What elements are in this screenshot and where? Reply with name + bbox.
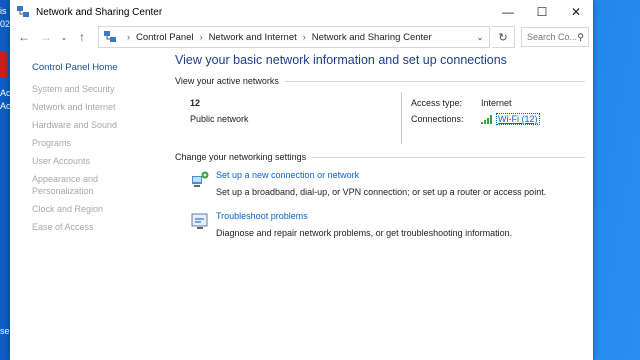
up-arrow-icon[interactable]: ↑	[72, 26, 92, 48]
sidebar-item-appearance[interactable]: Appearance and Personalization	[32, 173, 102, 197]
sidebar-control-panel-home[interactable]: Control Panel Home	[32, 62, 157, 73]
desktop-text: se	[0, 326, 10, 336]
connections-label: Connections:	[411, 114, 464, 124]
network-info: 12 Public network	[175, 98, 401, 138]
active-networks-label: View your active networks	[175, 76, 279, 86]
minimize-button[interactable]: —	[491, 0, 525, 24]
maximize-button[interactable]: ☐	[525, 0, 559, 24]
back-arrow-icon[interactable]: ←	[14, 26, 34, 48]
breadcrumb-separator-icon: ›	[127, 32, 130, 42]
new-connection-icon	[192, 171, 209, 187]
setting-text: Troubleshoot problems Diagnose and repai…	[216, 211, 512, 238]
network-type-link[interactable]: Public network	[190, 114, 401, 124]
setup-connection-desc: Set up a broadband, dial-up, or VPN conn…	[216, 187, 547, 197]
desktop-text: Ac	[0, 101, 11, 111]
address-bar[interactable]: › Control Panel › Network and Internet ›…	[98, 26, 490, 48]
sidebar: Control Panel Home System and Security N…	[32, 58, 157, 239]
desktop-text: Ac	[0, 88, 11, 98]
search-icon[interactable]: ⚲	[577, 32, 584, 43]
setting-new-connection: Set up a new connection or network Set u…	[175, 170, 585, 197]
main-content: View your basic network information and …	[175, 50, 585, 238]
title-bar[interactable]: Network and Sharing Center — ☐ ✕	[10, 0, 593, 24]
network-details: Access type: Internet Connections: Wi-Fi…	[402, 98, 540, 138]
desktop-left-strip: is 02 Ac Ac se	[0, 0, 11, 360]
troubleshoot-link[interactable]: Troubleshoot problems	[216, 211, 512, 221]
sidebar-item-hardware-sound[interactable]: Hardware and Sound	[32, 119, 157, 131]
access-type-label: Access type:	[411, 98, 463, 108]
sidebar-item-ease-of-access[interactable]: Ease of Access	[32, 221, 157, 233]
desktop-text: is	[0, 6, 7, 16]
breadcrumb-control-panel[interactable]: Control Panel	[136, 32, 194, 43]
page-title: View your basic network information and …	[175, 53, 507, 67]
breadcrumb-separator-icon: ›	[199, 32, 203, 42]
control-panel-icon	[104, 31, 116, 42]
desktop-text: 02	[0, 19, 11, 29]
network-center-icon	[17, 6, 29, 17]
wifi-signal-icon	[481, 114, 492, 124]
sidebar-item-programs[interactable]: Programs	[32, 137, 157, 149]
forward-arrow-icon[interactable]: →	[36, 26, 56, 48]
close-button[interactable]: ✕	[559, 0, 593, 24]
navigation-bar: ← → ⌄ ↑ › Control Panel › Network and In…	[10, 24, 593, 50]
divider	[284, 80, 585, 82]
sidebar-item-clock-region[interactable]: Clock and Region	[32, 203, 157, 215]
wifi-connection-link[interactable]: Wi-Fi (12)	[496, 113, 540, 125]
setup-connection-link[interactable]: Set up a new connection or network	[216, 170, 546, 180]
sidebar-item-user-accounts[interactable]: User Accounts	[32, 155, 157, 167]
troubleshoot-desc: Diagnose and repair network problems, or…	[216, 228, 513, 238]
breadcrumb-network-sharing-center[interactable]: Network and Sharing Center	[312, 32, 432, 43]
sidebar-item-system-security[interactable]: System and Security	[32, 83, 157, 95]
active-network-panel: 12 Public network Access type: Internet …	[175, 92, 585, 144]
window-title: Network and Sharing Center	[36, 6, 163, 18]
troubleshoot-icon	[191, 213, 208, 229]
access-type-row: Access type: Internet	[411, 98, 540, 108]
recent-locations-chevron-icon[interactable]: ⌄	[58, 26, 70, 48]
settings-header: Change your networking settings	[175, 152, 585, 162]
desktop-red-icon	[0, 52, 8, 78]
search-input[interactable]: Search Co... ⚲	[521, 27, 589, 47]
search-placeholder: Search Co...	[527, 32, 578, 42]
setting-troubleshoot: Troubleshoot problems Diagnose and repai…	[175, 211, 585, 238]
address-dropdown-icon[interactable]: ⌄	[471, 32, 489, 43]
breadcrumb-network-internet[interactable]: Network and Internet	[209, 32, 297, 43]
connections-row: Connections: Wi-Fi (12)	[411, 113, 540, 125]
setting-text: Set up a new connection or network Set u…	[216, 170, 546, 197]
refresh-icon[interactable]: ↻	[492, 26, 515, 48]
network-name: 12	[190, 98, 201, 108]
window: Network and Sharing Center — ☐ ✕ ← → ⌄ ↑…	[10, 0, 593, 360]
settings-header-label: Change your networking settings	[175, 152, 307, 162]
sidebar-item-network-internet[interactable]: Network and Internet	[32, 101, 157, 113]
breadcrumb-separator-icon: ›	[302, 32, 306, 42]
active-networks-header: View your active networks	[175, 76, 585, 86]
access-type-value: Internet	[481, 98, 512, 108]
divider	[312, 156, 585, 158]
